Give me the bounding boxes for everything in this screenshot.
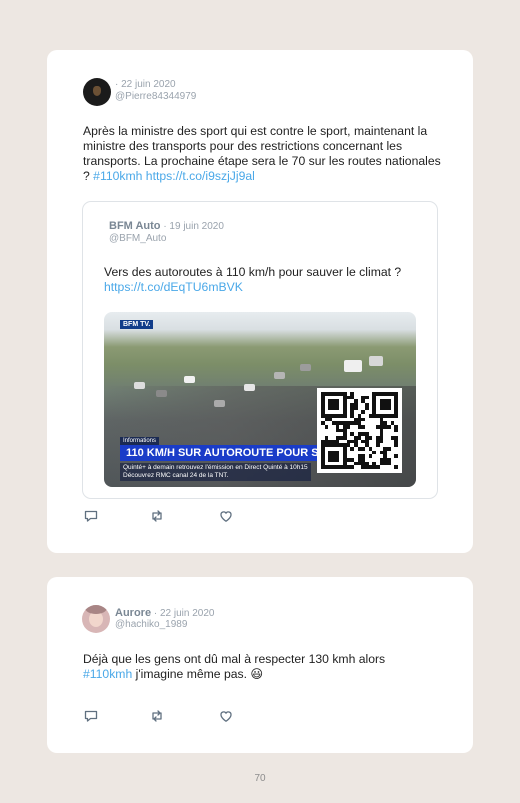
- car: [244, 384, 255, 391]
- quote-handle[interactable]: @BFM_Auto: [109, 233, 166, 244]
- reply-icon[interactable]: [83, 708, 99, 724]
- hashtag-link[interactable]: #110kmh: [83, 667, 132, 681]
- car: [184, 376, 195, 383]
- car: [214, 400, 225, 407]
- quote-text: Vers des autoroutes à 110 km/h pour sauv…: [104, 265, 404, 295]
- author-handle[interactable]: @hachiko_1989: [115, 619, 187, 630]
- hashtag-link[interactable]: #110kmh: [93, 169, 142, 183]
- like-icon[interactable]: [218, 508, 234, 524]
- tweet-meta: · 22 juin 2020: [115, 79, 176, 90]
- quote-body: Vers des autoroutes à 110 km/h pour sauv…: [104, 265, 402, 279]
- quote-meta: BFM Auto · 19 juin 2020: [109, 220, 224, 232]
- truck: [344, 360, 362, 372]
- like-icon[interactable]: [218, 708, 234, 724]
- quote-link[interactable]: https://t.co/dEqTU6mBVK: [104, 280, 243, 294]
- truck: [369, 356, 383, 366]
- avatar[interactable]: [83, 78, 111, 106]
- car: [274, 372, 285, 379]
- page-number: 70: [254, 773, 266, 784]
- tweet-date[interactable]: · 22 juin 2020: [115, 79, 176, 90]
- reply-icon[interactable]: [83, 508, 99, 524]
- tweet-text: Déjà que les gens ont dû mal à respecter…: [83, 652, 433, 682]
- retweet-icon[interactable]: [149, 508, 165, 524]
- banner-tag: Informations: [120, 437, 160, 445]
- author-handle[interactable]: @Pierre84344979: [115, 91, 196, 102]
- ticker-line: Quinté+ à demain retrouvez l'émission en…: [123, 464, 308, 471]
- ticker-line: Découvrez RMC canal 24 de la TNT.: [123, 472, 229, 479]
- tweet-text: Après la ministre des sport qui est cont…: [83, 124, 445, 184]
- quote-author[interactable]: BFM Auto: [109, 220, 161, 232]
- car: [156, 390, 167, 397]
- tweet-link[interactable]: https://t.co/i9szjJj9al: [146, 169, 255, 183]
- quote-date[interactable]: · 19 juin 2020: [163, 221, 224, 232]
- car: [134, 382, 145, 389]
- quoted-tweet[interactable]: BFM Auto · 19 juin 2020 @BFM_Auto Vers d…: [82, 201, 438, 499]
- retweet-icon[interactable]: [149, 708, 165, 724]
- bfm-logo: BFM TV.: [120, 320, 154, 329]
- tweet-date[interactable]: · 22 juin 2020: [154, 608, 215, 619]
- qr-code: [317, 388, 402, 473]
- tweet-tail: j'imagine même pas. 😃: [132, 667, 264, 681]
- car: [300, 364, 311, 371]
- tweet-meta: Aurore · 22 juin 2020: [115, 607, 214, 619]
- author-name[interactable]: Aurore: [115, 607, 151, 619]
- tweet-card: · 22 juin 2020 @Pierre84344979 Après la …: [47, 50, 473, 553]
- news-ticker: Quinté+ à demain retrouvez l'émission en…: [120, 463, 311, 481]
- tweet-card: Aurore · 22 juin 2020 @hachiko_1989 Déjà…: [47, 577, 473, 753]
- quote-media-image[interactable]: BFM TV. Informations 110 KM/H SUR AUTORO…: [104, 312, 416, 487]
- tweet-body: Déjà que les gens ont dû mal à respecter…: [83, 652, 386, 666]
- avatar[interactable]: [82, 605, 110, 633]
